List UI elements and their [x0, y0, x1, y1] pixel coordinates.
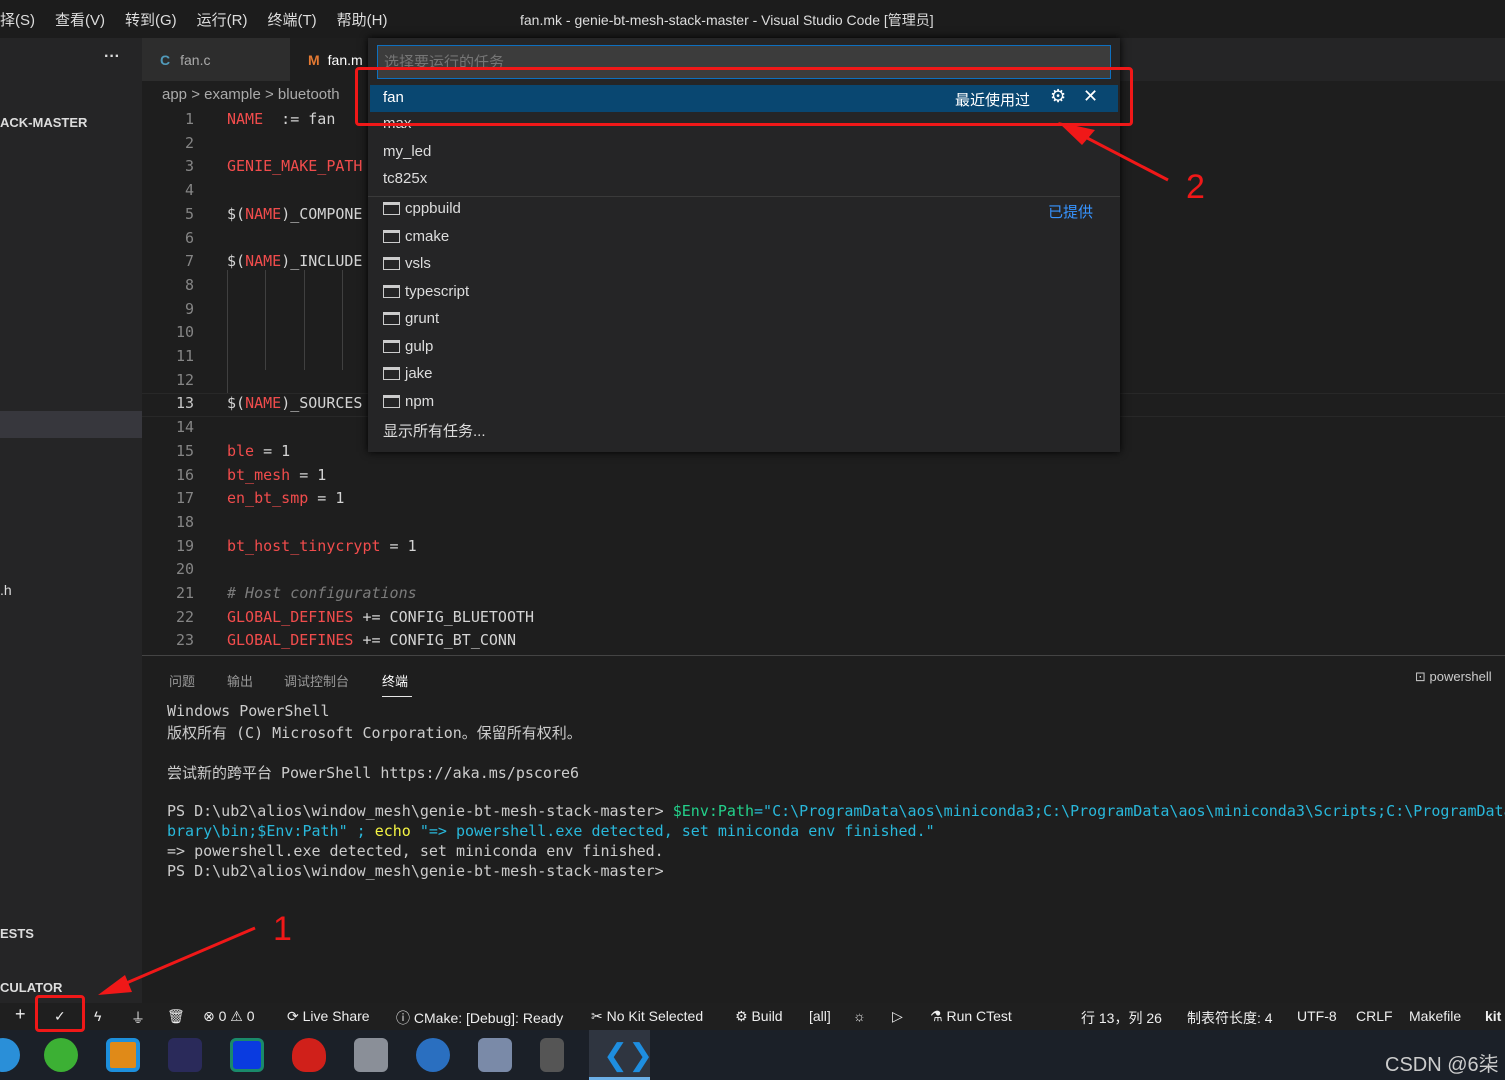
arrow-1	[109, 926, 256, 992]
annotation-number-2: 2	[1186, 168, 1205, 206]
annotation-arrows	[98, 122, 1169, 995]
arrowhead-2	[1058, 122, 1095, 145]
annotation-number-1: 1	[273, 910, 292, 948]
arrowhead-1	[98, 975, 132, 995]
